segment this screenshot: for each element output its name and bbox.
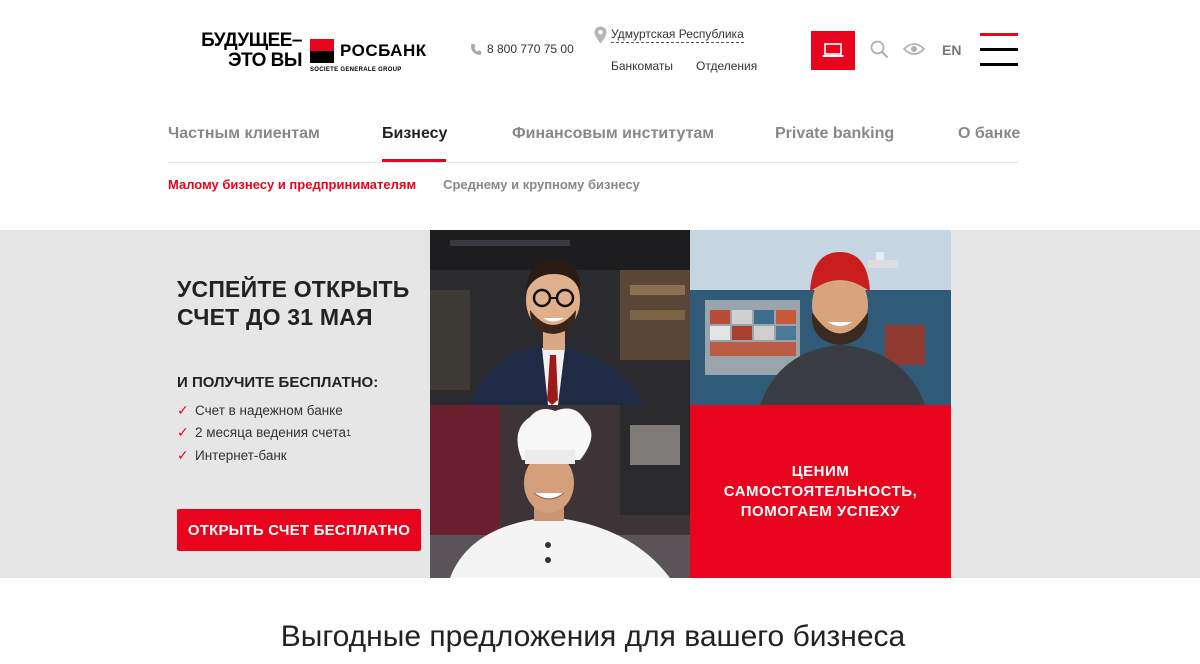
- accessibility-button[interactable]: [902, 42, 926, 61]
- eye-icon: [902, 43, 926, 55]
- phone-number: 8 800 770 75 00: [487, 42, 574, 56]
- list-item: ✓ 2 месяца ведения счета 1: [177, 424, 352, 441]
- benefit-text: Интернет-банк: [195, 447, 287, 463]
- search-icon: [870, 40, 889, 59]
- laptop-icon: [822, 43, 844, 57]
- subnav-item-medium-large-business[interactable]: Среднему и крупному бизнесу: [443, 177, 640, 192]
- nav-item-private-clients[interactable]: Частным клиентам: [168, 125, 320, 143]
- slogan-line2: САМОСТОЯТЕЛЬНОСТЬ,: [723, 482, 918, 500]
- photo-businessman: [430, 230, 690, 405]
- internet-bank-button[interactable]: [811, 31, 855, 70]
- nav-active-underline: [382, 159, 446, 162]
- header: БУДУЩЕЕ– ЭТО ВЫ РОСБАНК SOCIETE GENERALE…: [0, 0, 1200, 100]
- nav-item-about[interactable]: О банке: [958, 125, 1020, 143]
- photo-chef: [430, 405, 690, 578]
- nav-item-financial-institutions[interactable]: Финансовым институтам: [512, 125, 714, 143]
- slogan-line3: ПОМОГАЕМ УСПЕХУ: [740, 502, 901, 520]
- photo-sailor: [690, 230, 951, 405]
- benefit-text: Счет в надежном банке: [195, 402, 343, 418]
- phone-link[interactable]: 8 800 770 75 00: [470, 42, 574, 56]
- promo-subtitle: И ПОЛУЧИТЕ БЕСПЛАТНО:: [177, 374, 379, 391]
- open-account-button[interactable]: ОТКРЫТЬ СЧЕТ БЕСПЛАТНО: [177, 509, 421, 551]
- branches-link[interactable]: Отделения: [696, 59, 757, 73]
- header-sublinks: Банкоматы Отделения: [611, 59, 757, 73]
- search-button[interactable]: [870, 40, 889, 64]
- checkmark-icon: ✓: [177, 446, 189, 463]
- checkmark-icon: ✓: [177, 401, 189, 418]
- promo-title-line2: СЧЕТ ДО 31 МАЯ: [177, 304, 373, 330]
- list-item: ✓ Счет в надежном банке: [177, 399, 351, 422]
- region-selector[interactable]: Удмуртская Республика: [594, 26, 744, 44]
- sub-nav: Малому бизнесу и предпринимателям Средне…: [168, 177, 640, 192]
- benefit-text: 2 месяца ведения счета: [195, 425, 347, 441]
- list-item: ✓ Интернет-банк: [177, 444, 351, 467]
- section-title: Выгодные предложения для вашего бизнеса: [280, 620, 906, 653]
- logo-bank-name: РОСБАНК: [340, 41, 427, 60]
- atms-link[interactable]: Банкоматы: [611, 59, 673, 73]
- benefits-list: ✓ Счет в надежном банке ✓ 2 месяца ведения…: [177, 399, 351, 467]
- logo-slogan-line2: ЭТО ВЫ: [227, 50, 303, 71]
- logo-group-name: SOCIETE GENERALE GROUP: [310, 67, 402, 73]
- checkmark-icon: ✓: [177, 424, 189, 441]
- main-nav: Частным клиентам Бизнесу Финансовым инст…: [168, 118, 1020, 163]
- phone-icon: [471, 43, 482, 55]
- region-label: Удмуртская Республика: [611, 27, 744, 43]
- subnav-item-small-business[interactable]: Малому бизнесу и предпринимателям: [168, 177, 416, 192]
- logo-slogan: БУДУЩЕЕ– ЭТО ВЫ: [178, 31, 302, 71]
- location-pin-icon: [594, 26, 607, 44]
- promo-banner: УСПЕЙТЕ ОТКРЫТЬ СЧЕТ ДО 31 МАЯ И ПОЛУЧИТ…: [0, 230, 1200, 578]
- language-switch[interactable]: EN: [942, 42, 961, 58]
- nav-item-business[interactable]: Бизнесу: [382, 125, 447, 143]
- hamburger-menu-icon[interactable]: [980, 33, 1018, 69]
- rosbank-logo[interactable]: БУДУЩЕЕ– ЭТО ВЫ РОСБАНК SOCIETE GENERALE…: [178, 31, 438, 79]
- nav-item-private-banking[interactable]: Private banking: [775, 125, 894, 143]
- societe-generale-mark-icon: [310, 39, 334, 63]
- slogan-tile: ЦЕНИМ САМОСТОЯТЕЛЬНОСТЬ, ПОМОГАЕМ УСПЕХУ: [690, 405, 951, 578]
- promo-title-line1: УСПЕЙТЕ ОТКРЫТЬ: [177, 276, 410, 302]
- slogan-line1: ЦЕНИМ: [791, 462, 850, 480]
- promo-title: УСПЕЙТЕ ОТКРЫТЬ СЧЕТ ДО 31 МАЯ: [177, 275, 427, 331]
- logo-slogan-line1: БУДУЩЕЕ–: [201, 30, 302, 51]
